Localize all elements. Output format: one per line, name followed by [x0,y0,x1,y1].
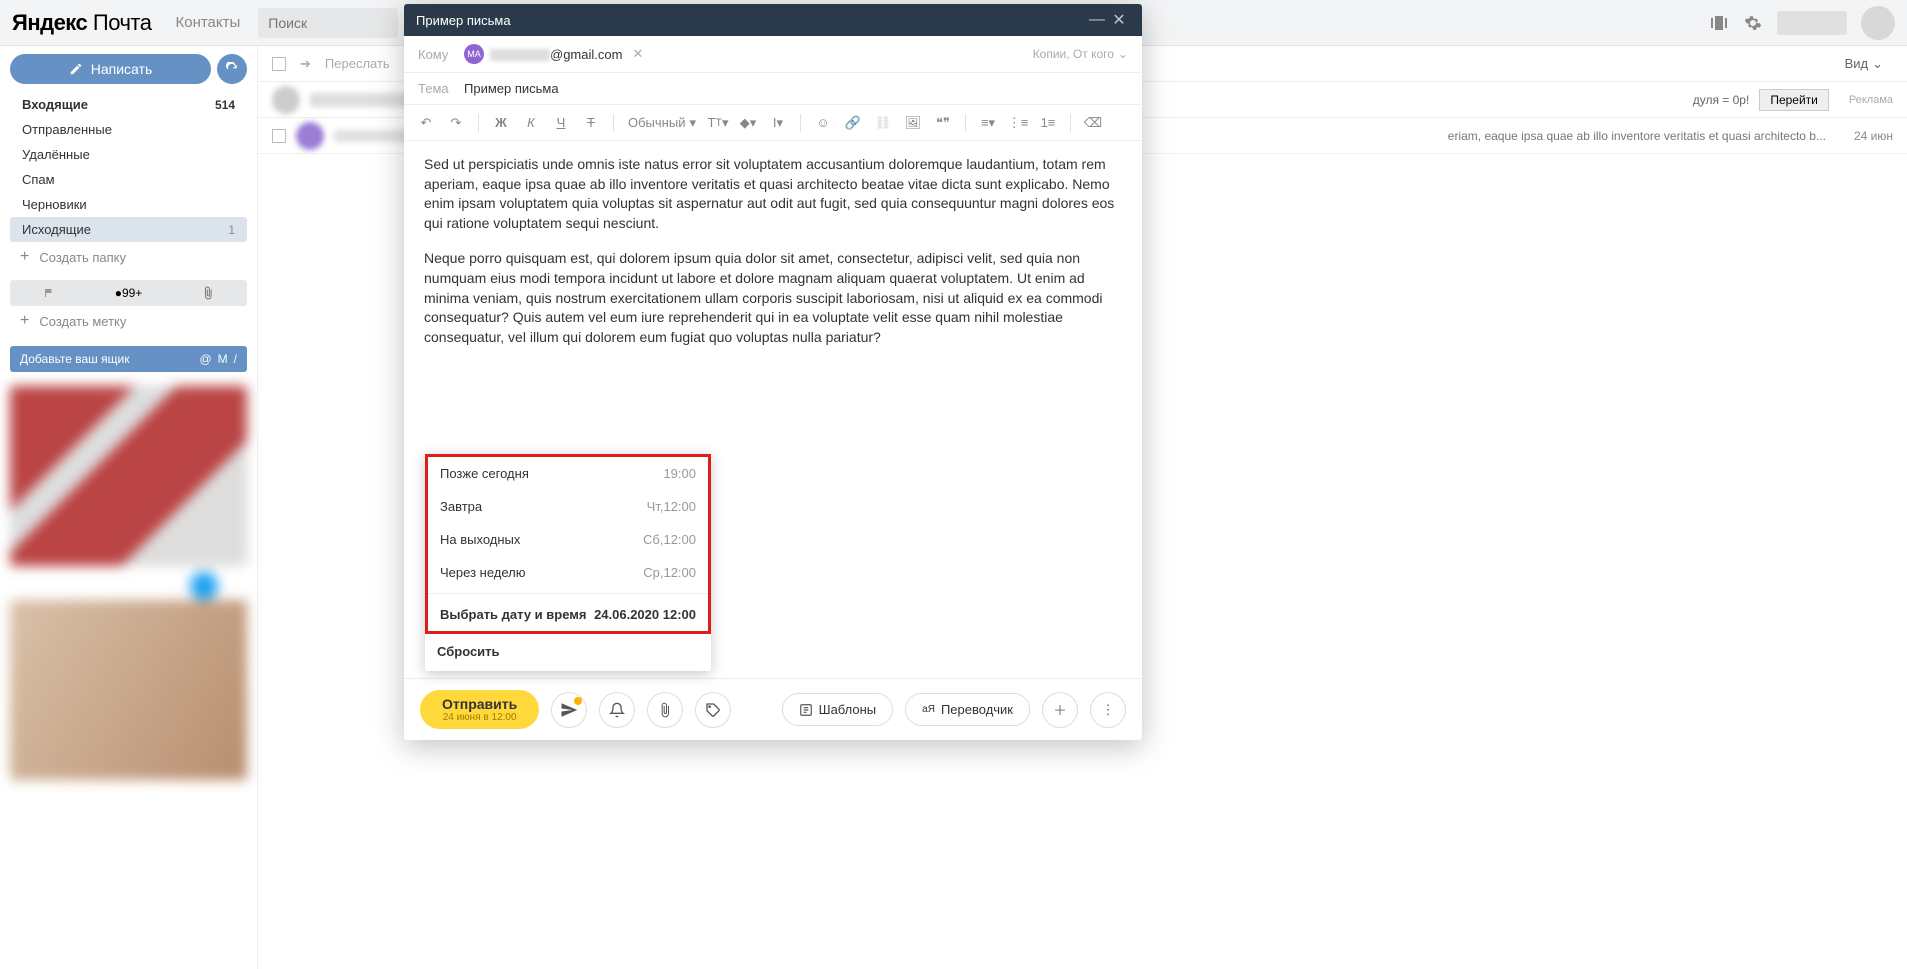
row-preview: eriam, eaque ipsa quae ab illo inventore… [1448,129,1826,143]
chip-remove-icon[interactable]: ✕ [632,46,643,62]
recipient-chip[interactable]: MA @gmail.com ✕ [464,44,643,64]
send-button[interactable]: Отправить 24 июня в 12:00 [420,690,539,729]
number-list-icon[interactable]: 1≡ [1036,111,1060,135]
gear-icon[interactable] [1743,13,1763,33]
select-all-checkbox[interactable] [272,57,286,71]
unlink-icon[interactable]: ⛓ [871,111,895,135]
label-button[interactable] [695,692,731,728]
schedule-popup: Позже сегодня19:00 ЗавтраЧт,12:00 На вых… [425,454,711,671]
promo-ad-label: Реклама [1849,94,1893,106]
layout-icon[interactable] [1709,13,1729,33]
translator-button[interactable]: аЯПереводчик [905,693,1030,726]
schedule-tomorrow[interactable]: ЗавтраЧт,12:00 [428,490,708,523]
chip-name-blur [490,49,550,61]
promo-avatar [272,86,300,114]
folder-outbox[interactable]: Исходящие1 [10,217,247,242]
sidebar-tabs: ● 99+ [10,280,247,306]
templates-button[interactable]: Шаблоны [782,693,894,726]
schedule-weekend[interactable]: На выходныхСб,12:00 [428,523,708,556]
create-label[interactable]: +Создать метку [10,306,247,336]
contacts-link[interactable]: Контакты [175,14,240,31]
refresh-button[interactable] [217,54,247,84]
row-checkbox[interactable] [272,129,286,143]
clear-format-icon[interactable]: I▾ [766,111,790,135]
schedule-later-today[interactable]: Позже сегодня19:00 [428,457,708,490]
subject-field[interactable]: Тема Пример письма [404,73,1142,105]
subject-value[interactable]: Пример письма [464,81,559,96]
compose-button[interactable]: Написать [10,54,211,84]
folder-drafts[interactable]: Черновики [10,192,247,217]
style-select[interactable]: Обычный▾ [624,115,700,131]
more-button[interactable]: ⋮ [1090,692,1126,728]
row-avatar [296,122,324,150]
underline-icon[interactable]: Ч [549,111,573,135]
create-folder[interactable]: +Создать папку [10,242,247,272]
compose-footer: Отправить 24 июня в 12:00 Шаблоны аЯПере… [404,678,1142,740]
row-date: 24 июн [1854,129,1893,143]
bullet-list-icon[interactable]: ⋮≡ [1006,111,1030,135]
bold-icon[interactable]: Ж [489,111,513,135]
user-login[interactable] [1777,11,1847,35]
font-color-icon[interactable]: ◆▾ [736,111,760,135]
align-icon[interactable]: ≡▾ [976,111,1000,135]
user-avatar[interactable] [1861,6,1895,40]
schedule-reset[interactable]: Сбросить [425,634,711,671]
forward-icon: ➔ [300,56,311,72]
cc-toggle[interactable]: Копии, От кого ⌄ [1033,47,1128,61]
chevron-down-icon: ⌄ [1118,47,1128,61]
schedule-send-button[interactable] [551,692,587,728]
emoji-icon[interactable]: ☺ [811,111,835,135]
search-input[interactable] [258,8,398,38]
undo-icon[interactable]: ↶ [414,111,438,135]
schedule-next-week[interactable]: Через неделюСр,12:00 [428,556,708,589]
redo-icon[interactable]: ↷ [444,111,468,135]
attach-button[interactable] [647,692,683,728]
promo-sender [310,93,410,107]
minimize-icon[interactable]: — [1086,9,1108,31]
sidebar: Написать Входящие514 Отправленные Удалён… [0,46,257,969]
to-label: Кому [418,47,464,62]
sidebar-ads [10,386,247,780]
folder-trash[interactable]: Удалённые [10,142,247,167]
compose-title: Пример письма [416,13,511,28]
chevron-down-icon: ⌄ [1872,56,1883,72]
forward-label[interactable]: Переслать [325,56,390,71]
promo-go-button[interactable]: Перейти [1759,89,1829,111]
view-toggle[interactable]: Вид⌄ [1835,52,1893,76]
badge-dot [574,697,582,705]
tab-attach[interactable] [168,280,247,306]
tab-unread[interactable]: ● 99+ [89,280,168,306]
schedule-pick-datetime[interactable]: Выбрать дату и время24.06.2020 12:00 [428,598,708,631]
strike-icon[interactable]: Т [579,111,603,135]
add-mailbox[interactable]: Добавьте ваш ящик @ M / [10,346,247,372]
italic-icon[interactable]: К [519,111,543,135]
folder-sent[interactable]: Отправленные [10,117,247,142]
reminder-button[interactable] [599,692,635,728]
close-icon[interactable]: ✕ [1108,9,1130,31]
chip-avatar: MA [464,44,484,64]
subject-label: Тема [418,81,464,96]
folder-spam[interactable]: Спам [10,167,247,192]
folder-inbox[interactable]: Входящие514 [10,92,247,117]
eraser-icon[interactable]: ⌫ [1081,111,1105,135]
add-tool-button[interactable]: ＋ [1042,692,1078,728]
compose-toolbar: ↶ ↷ Ж К Ч Т Обычный▾ TT▾ ◆▾ I▾ ☺ 🔗 ⛓ 🖼 ❝… [404,105,1142,141]
to-field[interactable]: Кому MA @gmail.com ✕ Копии, От кого ⌄ [404,36,1142,73]
tab-flag[interactable] [10,280,89,306]
image-icon[interactable]: 🖼 [901,111,925,135]
logo[interactable]: Яндекс Почта [12,10,151,36]
link-icon[interactable]: 🔗 [841,111,865,135]
promo-text: дуля = 0р! [1693,93,1750,107]
folder-list: Входящие514 Отправленные Удалённые Спам … [10,92,247,242]
font-size-icon[interactable]: TT▾ [706,111,730,135]
quote-icon[interactable]: ❝❞ [931,111,955,135]
compose-header[interactable]: Пример письма — ✕ [404,4,1142,36]
at-icon: @ [199,352,211,366]
mail-icon: / [234,352,237,366]
gmail-icon: M [218,352,228,366]
